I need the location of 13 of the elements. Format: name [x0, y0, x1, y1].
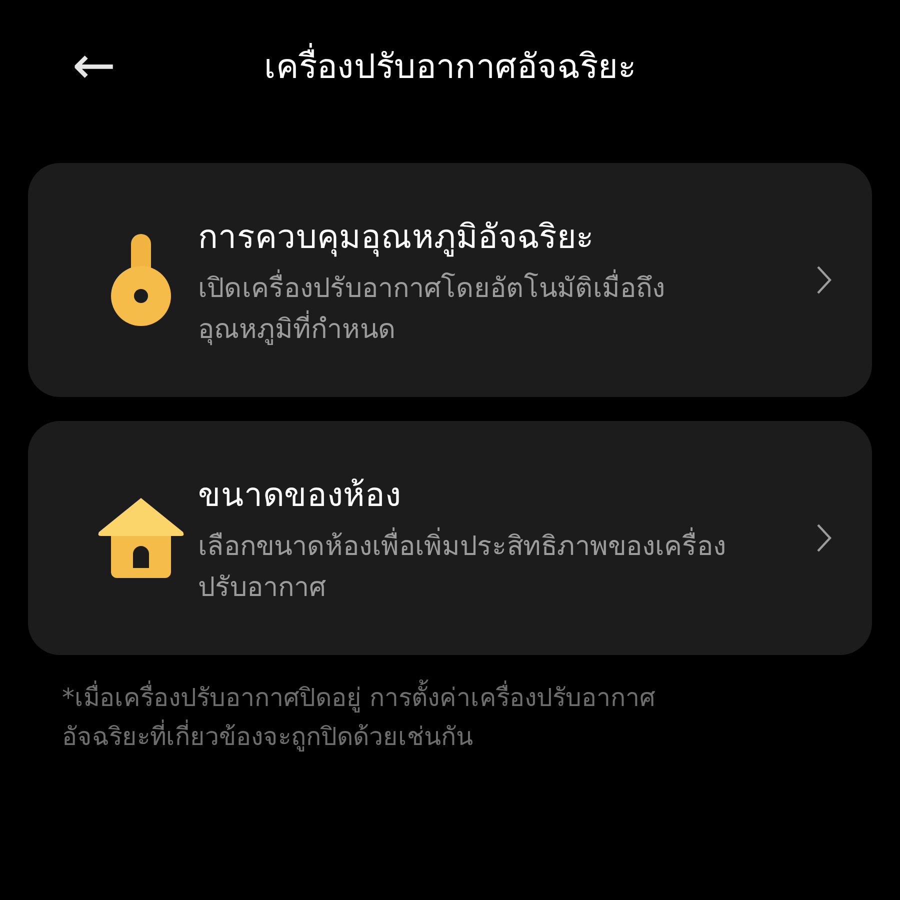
setting-title: การควบคุมอุณหภูมิอัจฉริยะ — [198, 216, 595, 259]
setting-description: เปิดเครื่องปรับอากาศโดยอัตโนมัติเมื่อถึงอุณหภูมิที่กำหนด — [198, 269, 728, 350]
settings-card[interactable]: ขนาดของห้อง เลือกขนาดห้องเพื่อเพิ่มประสิทธิภาพของเครื่องปรับอากาศ — [28, 421, 872, 655]
back-button[interactable]: ← — [64, 40, 124, 92]
thermometer-icon — [110, 232, 172, 328]
footnote: *เมื่อเครื่องปรับอากาศปิดอยู่ การตั้งค่าเครื่องปรับอากาศอัจฉริยะที่เกี่ยวข้องจะถูกปิดด้วยเช่นกัน — [28, 679, 776, 756]
house-icon — [97, 496, 185, 580]
setting-title: ขนาดของห้อง — [198, 474, 402, 516]
screen-title: เครื่องปรับอากาศอัจฉริยะ — [264, 39, 636, 93]
settings-card[interactable]: การควบคุมอุณหภูมิอัจฉริยะ เปิดเครื่องปรับอากาศโดยอัตโนมัติเมื่อถึงอุณหภูมิที่กำหนด — [28, 163, 872, 397]
chevron-icon — [816, 523, 832, 553]
setting-description: เลือกขนาดห้องเพื่อเพิ่มประสิทธิภาพของเครื่องปรับอากาศ — [198, 527, 728, 608]
chevron-icon — [816, 265, 832, 295]
